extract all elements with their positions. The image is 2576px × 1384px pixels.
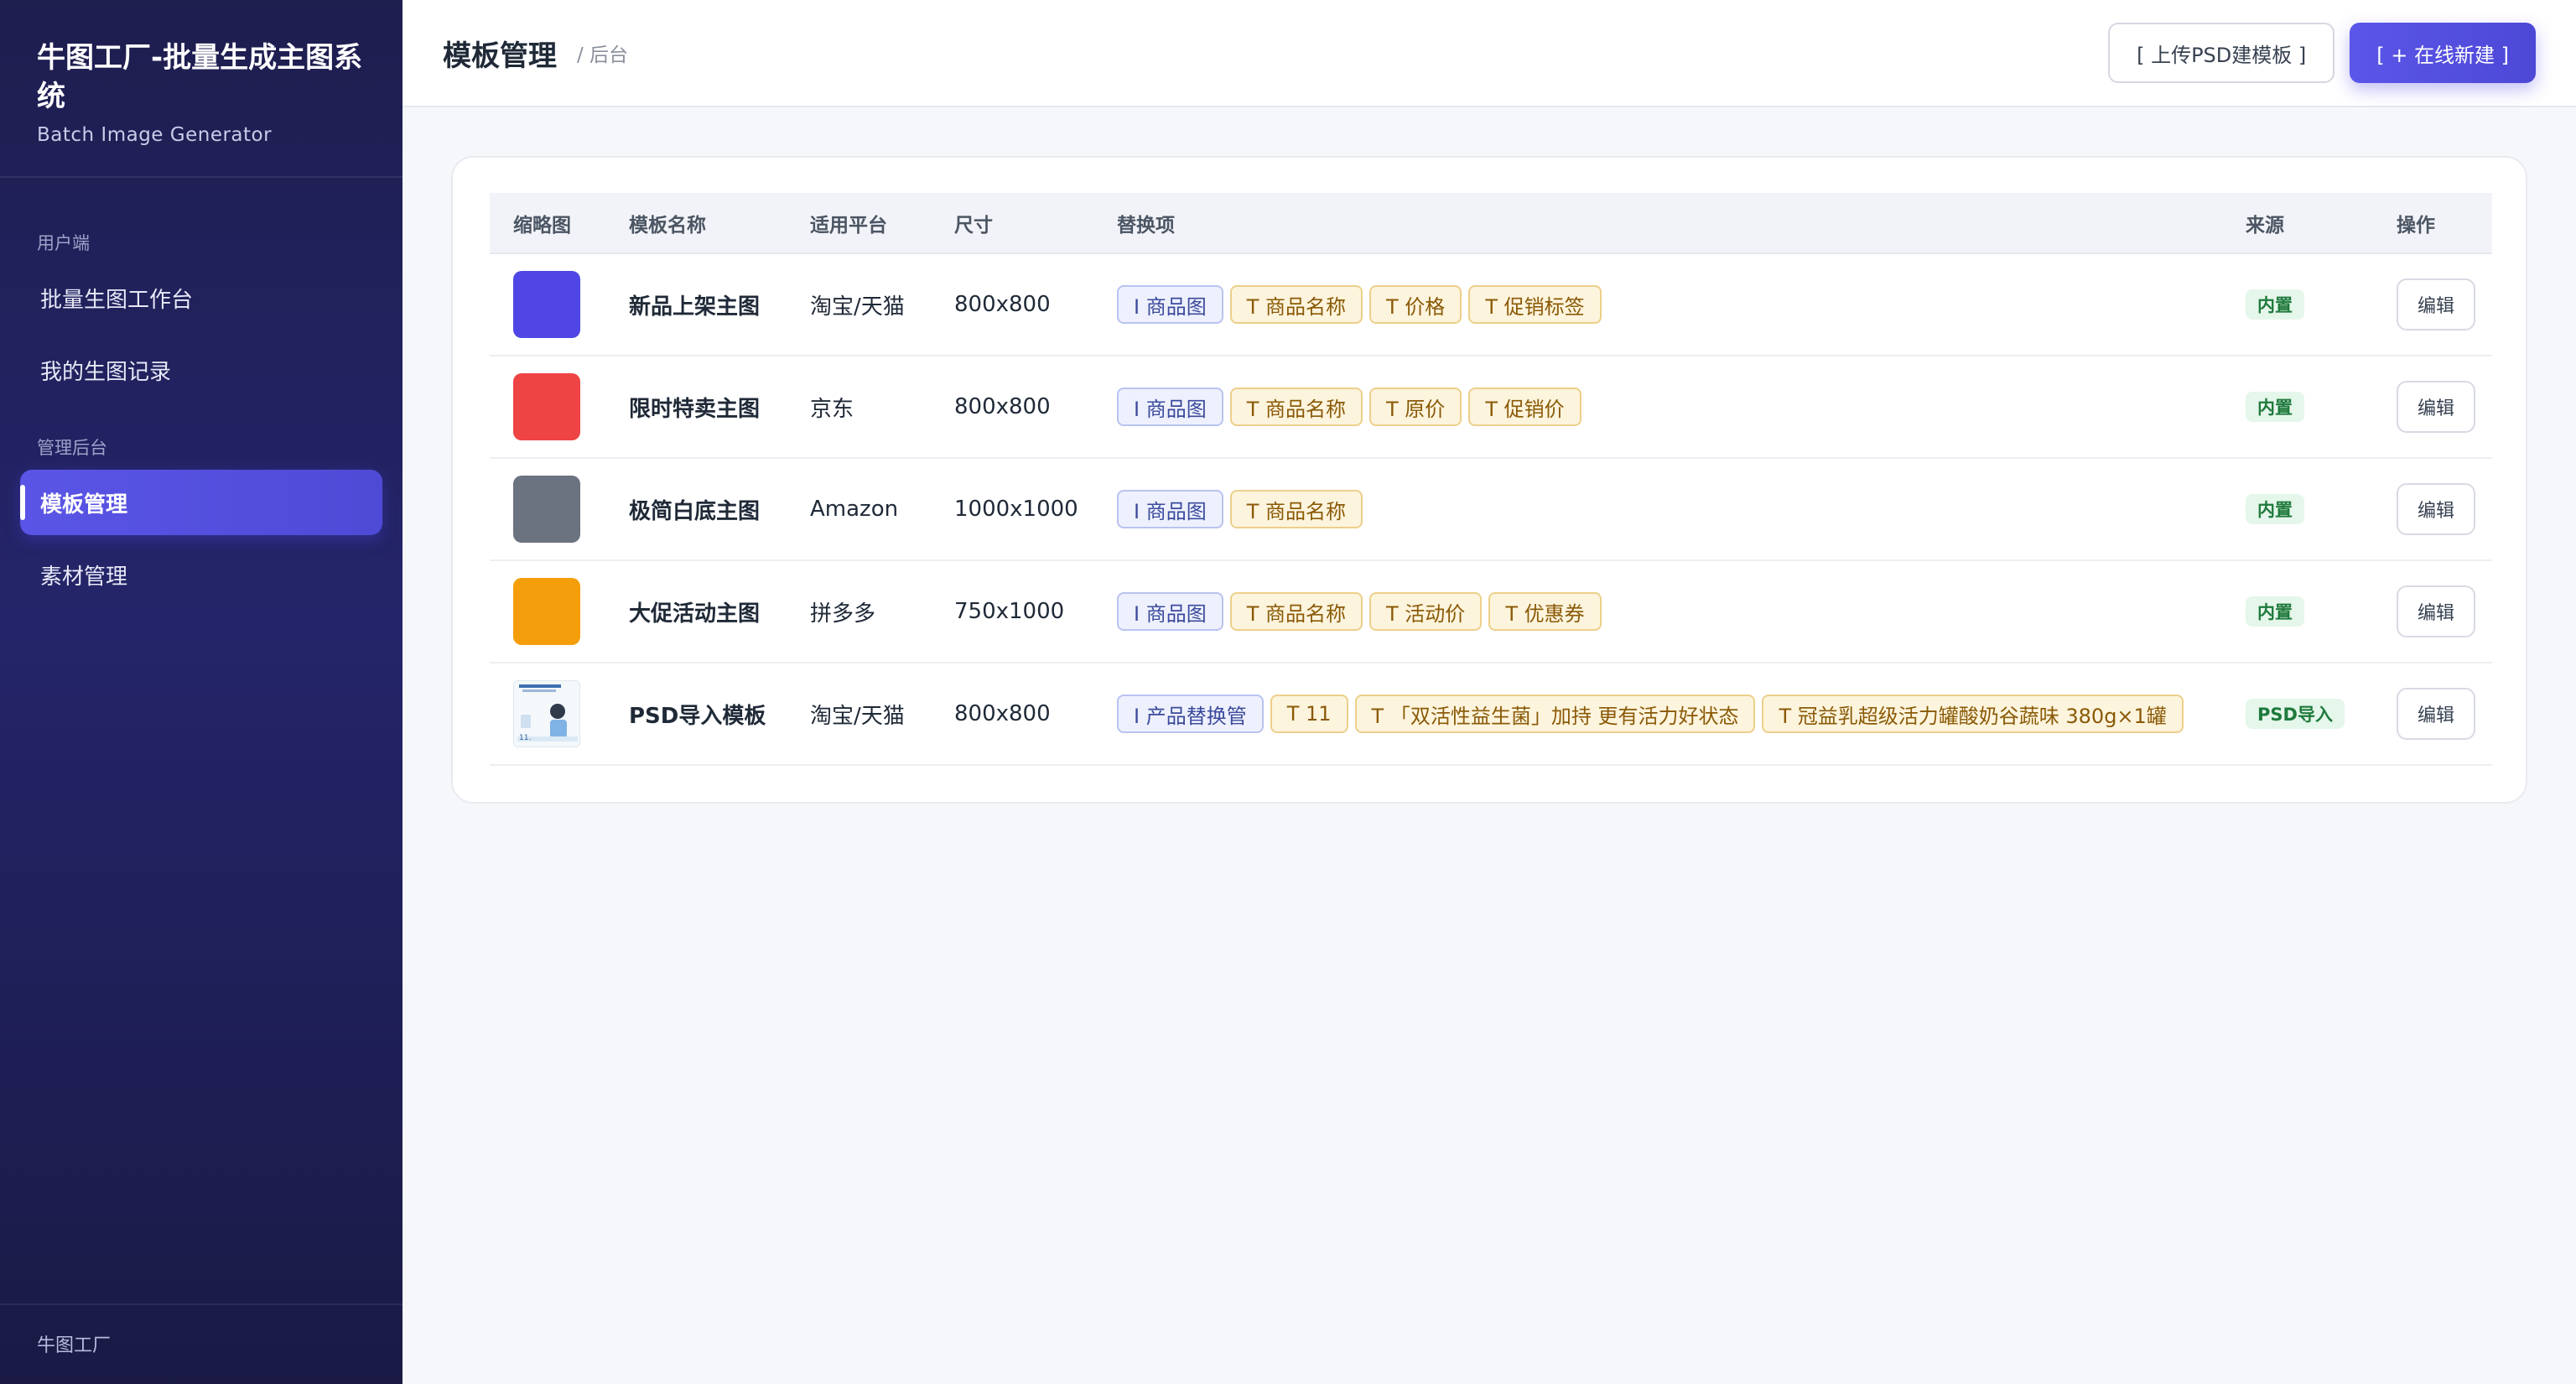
template-size: 800x800	[931, 356, 1093, 459]
replacement-tags: I 商品图 T 商品名称	[1117, 490, 2222, 528]
sidebar-item-label: 素材管理	[40, 564, 128, 590]
template-name: 大促活动主图	[605, 560, 787, 663]
sidebar-item-template-management[interactable]: 模板管理	[20, 470, 382, 535]
edit-button[interactable]: 编辑	[2397, 278, 2475, 330]
svg-text:11.: 11.	[519, 734, 531, 742]
table-row: 新品上架主图 淘宝/天猫 800x800 I 商品图 T 商品名称 T 价格 T…	[490, 253, 2492, 356]
template-size: 800x800	[931, 663, 1093, 766]
edit-button[interactable]: 编辑	[2397, 585, 2475, 637]
text-tag: T 商品名称	[1229, 490, 1363, 528]
image-tag: I 商品图	[1117, 592, 1223, 631]
new-template-button[interactable]: [ + 在线新建 ]	[2350, 23, 2536, 83]
template-name: 限时特卖主图	[605, 356, 787, 459]
psd-preview-image: 11.	[514, 681, 579, 747]
column-header-actions: 操作	[2373, 193, 2492, 254]
nav-section-admin: 管理后台	[37, 438, 107, 458]
nav-section-user: 用户端	[37, 233, 90, 253]
brand: 牛图工厂-批量生成主图系统 Batch Image Generator	[0, 0, 402, 178]
source-badge: 内置	[2246, 289, 2304, 320]
template-name: 极简白底主图	[605, 458, 787, 561]
text-tag: T 冠益乳超级活力罐酸奶谷蔬味 380g×1罐	[1762, 695, 2184, 733]
table-row: 极简白底主图 Amazon 1000x1000 I 商品图 T 商品名称 内置 …	[490, 458, 2492, 561]
image-tag: I 商品图	[1117, 285, 1223, 324]
column-header-platform: 适用平台	[787, 193, 931, 254]
table-header-row: 缩略图 模板名称 适用平台 尺寸 替换项 来源 操作	[490, 193, 2492, 254]
brand-title: 牛图工厂-批量生成主图系统	[37, 41, 363, 113]
text-tag: T 促销标签	[1468, 285, 1602, 324]
sidebar: 牛图工厂-批量生成主图系统 Batch Image Generator 用户端 …	[0, 0, 402, 1384]
source-badge: PSD导入	[2246, 699, 2345, 729]
template-thumbnail	[513, 476, 580, 543]
template-size: 1000x1000	[931, 458, 1093, 561]
template-platform: Amazon	[787, 458, 931, 561]
template-thumbnail	[513, 271, 580, 338]
template-thumbnail	[513, 373, 580, 440]
source-badge: 内置	[2246, 392, 2304, 422]
sidebar-footer: 牛图工厂	[0, 1303, 402, 1384]
replacement-tags: I 产品替换管 T 11 T 「双活性益生菌」加持 更有活力好状态 T 冠益乳超…	[1117, 695, 2222, 733]
column-header-size: 尺寸	[931, 193, 1093, 254]
source-badge: 内置	[2246, 494, 2304, 524]
header-actions: [ 上传PSD建模板 ] [ + 在线新建 ]	[2108, 23, 2536, 83]
text-tag: T 价格	[1369, 285, 1462, 324]
text-tag: T 原价	[1369, 388, 1462, 426]
text-tag: T 优惠券	[1488, 592, 1602, 631]
psd-thumbnail: 11.	[513, 680, 580, 747]
page-header: 模板管理 / 后台 [ 上传PSD建模板 ] [ + 在线新建 ]	[402, 0, 2576, 107]
text-tag: T 商品名称	[1229, 592, 1363, 631]
template-name: 新品上架主图	[605, 253, 787, 356]
edit-button[interactable]: 编辑	[2397, 688, 2475, 740]
column-header-thumbnail: 缩略图	[490, 193, 605, 254]
template-table: 缩略图 模板名称 适用平台 尺寸 替换项 来源 操作 新品上架主图 淘宝/天猫 …	[490, 193, 2492, 766]
upload-psd-button[interactable]: [ 上传PSD建模板 ]	[2108, 23, 2335, 83]
sidebar-item-asset-management[interactable]: 素材管理	[20, 542, 382, 607]
brand-subtitle: Batch Image Generator	[37, 124, 273, 146]
template-table-card: 缩略图 模板名称 适用平台 尺寸 替换项 来源 操作 新品上架主图 淘宝/天猫 …	[451, 156, 2527, 804]
template-name: PSD导入模板	[605, 663, 787, 766]
template-platform: 拼多多	[787, 560, 931, 663]
replacement-tags: I 商品图 T 商品名称 T 活动价 T 优惠券	[1117, 592, 2222, 631]
replacement-tags: I 商品图 T 商品名称 T 原价 T 促销价	[1117, 388, 2222, 426]
table-row: 大促活动主图 拼多多 750x1000 I 商品图 T 商品名称 T 活动价 T…	[490, 560, 2492, 663]
page-title: 模板管理	[443, 39, 557, 73]
table-row: 11. PSD导入模板 淘宝/天猫 800x800 I 产品替换管 T 11 T…	[490, 663, 2492, 766]
text-tag: T 「双活性益生菌」加持 更有活力好状态	[1354, 695, 1756, 733]
replacement-tags: I 商品图 T 商品名称 T 价格 T 促销标签	[1117, 285, 2222, 324]
text-tag: T 11	[1270, 695, 1348, 733]
column-header-source: 来源	[2222, 193, 2373, 254]
template-thumbnail	[513, 578, 580, 645]
text-tag: T 商品名称	[1229, 388, 1363, 426]
sidebar-item-my-records[interactable]: 我的生图记录	[20, 337, 382, 403]
template-platform: 淘宝/天猫	[787, 663, 931, 766]
sidebar-item-label: 批量生图工作台	[40, 287, 194, 313]
edit-button[interactable]: 编辑	[2397, 483, 2475, 535]
text-tag: T 促销价	[1468, 388, 1581, 426]
edit-button[interactable]: 编辑	[2397, 381, 2475, 433]
sidebar-item-batch-workbench[interactable]: 批量生图工作台	[20, 265, 382, 330]
sidebar-item-label: 我的生图记录	[40, 359, 172, 385]
table-row: 限时特卖主图 京东 800x800 I 商品图 T 商品名称 T 原价 T 促销…	[490, 356, 2492, 459]
text-tag: T 商品名称	[1229, 285, 1363, 324]
image-tag: I 商品图	[1117, 490, 1223, 528]
source-badge: 内置	[2246, 596, 2304, 627]
column-header-replacements: 替换项	[1093, 193, 2222, 254]
image-tag: I 产品替换管	[1117, 695, 1264, 733]
sidebar-item-label: 模板管理	[40, 492, 128, 518]
text-tag: T 活动价	[1369, 592, 1483, 631]
column-header-name: 模板名称	[605, 193, 787, 254]
template-platform: 京东	[787, 356, 931, 459]
template-size: 750x1000	[931, 560, 1093, 663]
image-tag: I 商品图	[1117, 388, 1223, 426]
template-platform: 淘宝/天猫	[787, 253, 931, 356]
template-size: 800x800	[931, 253, 1093, 356]
breadcrumb: / 后台	[577, 44, 629, 66]
